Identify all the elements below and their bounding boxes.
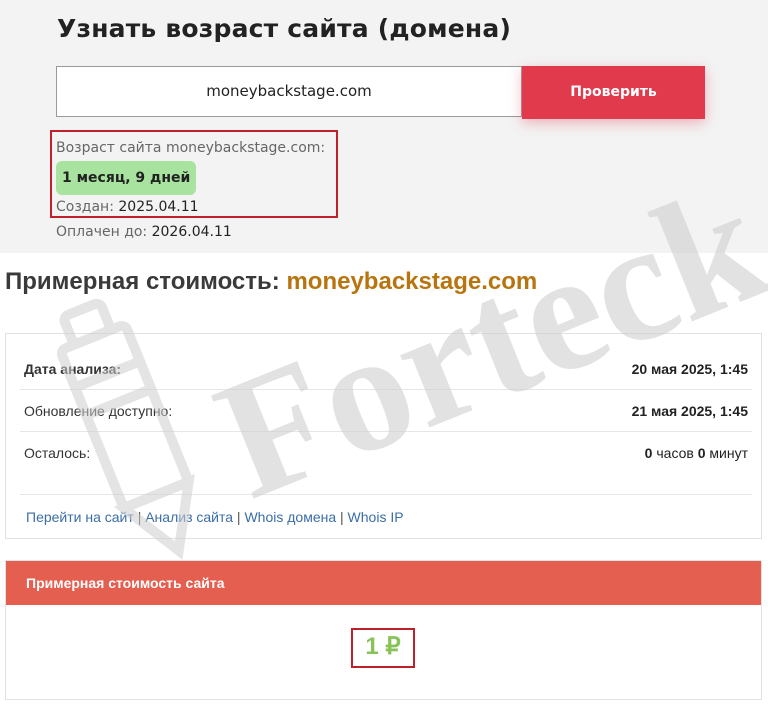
link-separator: | [340,509,344,525]
link-whois-ip[interactable]: Whois IP [348,509,404,525]
age-value-badge: 1 месяц, 9 дней [56,161,197,195]
check-button[interactable]: Проверить [522,66,705,119]
table-row: Обновление доступно: 21 мая 2025, 1:45 [20,391,752,432]
link-go-to-site[interactable]: Перейти на сайт [26,509,134,525]
table-row: Дата анализа: 20 мая 2025, 1:45 [20,349,752,390]
price-header-label: Примерная стоимость сайта [26,575,225,591]
row-value: 21 мая 2025, 1:45 [631,403,748,419]
minutes-unit: минут [709,445,748,461]
link-whois-domain[interactable]: Whois домена [244,509,336,525]
row-label: Обновление доступно: [24,403,173,419]
minutes-value: 0 [697,445,706,461]
age-check-section: Узнать возраст сайта (домена) moneybacks… [0,0,768,253]
created-value: 2025.04.11 [118,199,199,215]
divider [20,494,752,495]
age-label: Возраст сайта moneybackstage.com: [56,140,326,156]
domain-input[interactable]: moneybackstage.com [56,66,522,117]
analysis-info-panel: Дата анализа: 20 мая 2025, 1:45 Обновлен… [5,333,762,539]
cost-title: Примерная стоимость: moneybackstage.com [5,268,537,296]
row-value: 20 мая 2025, 1:45 [631,361,748,377]
row-label: Дата анализа: [24,361,122,377]
cost-title-domain: moneybackstage.com [286,268,538,295]
site-links: Перейти на сайт | Анализ сайта | Whois д… [26,509,404,525]
paid-until-date: Оплачен до: 2026.04.11 [56,224,232,240]
paid-value: 2026.04.11 [151,224,232,240]
page-title: Узнать возраст сайта (домена) [57,14,512,43]
link-separator: | [137,509,142,525]
created-date: Создан: 2025.04.11 [56,199,199,215]
price-header: Примерная стоимость сайта [6,561,761,605]
link-site-analysis[interactable]: Анализ сайта [145,509,233,525]
created-label: Создан: [56,199,114,215]
table-row: Осталось: 0 часов 0 минут [20,433,752,473]
cost-title-prefix: Примерная стоимость: [5,268,280,295]
price-panel: Примерная стоимость сайта 1 ₽ [5,560,762,700]
paid-label: Оплачен до: [56,224,148,240]
hours-unit: часов [656,445,694,461]
price-value: 1 ₽ [351,628,415,668]
row-label: Осталось: [24,445,91,461]
hours-value: 0 [644,445,653,461]
time-remaining: 0 часов 0 минут [645,433,748,473]
link-separator: | [236,509,241,525]
